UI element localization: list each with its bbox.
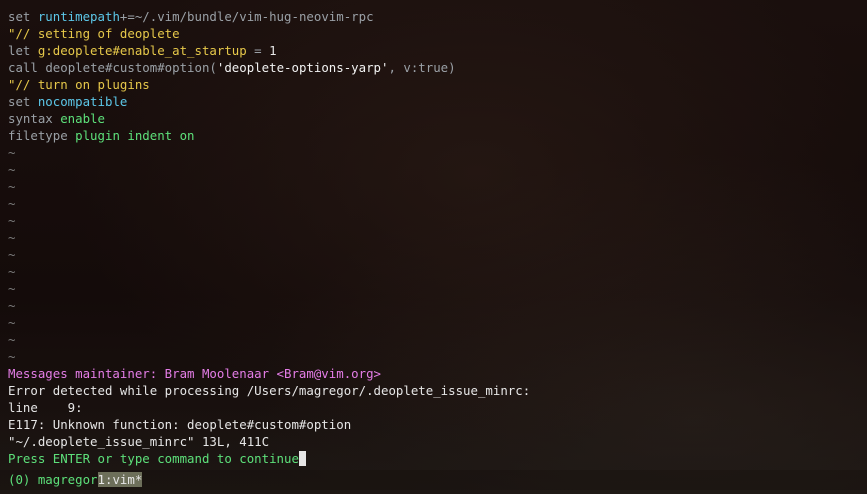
code-token: let (8, 43, 38, 58)
code-line[interactable]: set nocompatible (8, 93, 127, 110)
tilde-marker: ~ (8, 315, 16, 330)
message-line-info: line 9: (8, 400, 83, 415)
code-token: 1 (269, 43, 277, 58)
code-token: syntax (8, 111, 61, 126)
tilde-marker: ~ (8, 332, 16, 347)
tilde-marker: ~ (8, 281, 16, 296)
code-token: "// setting of deoplete (8, 26, 180, 41)
message-file-info: "~/.deoplete_issue_minrc" 13L, 411C (8, 434, 270, 449)
code-token: enable (60, 111, 105, 126)
code-token: 'deoplete-options-yarp' (216, 60, 389, 75)
tilde-marker: ~ (8, 196, 16, 211)
tilde-marker: ~ (8, 145, 16, 160)
tilde-marker: ~ (8, 247, 16, 262)
message-maintainer: Messages maintainer: Bram Moolenaar <Bra… (8, 366, 381, 381)
text-cursor (298, 451, 306, 466)
tilde-marker: ~ (8, 179, 16, 194)
tilde-marker: ~ (8, 264, 16, 279)
code-line[interactable]: syntax enable (8, 110, 105, 127)
tilde-marker: ~ (8, 213, 16, 228)
code-line[interactable]: filetype plugin indent on (8, 127, 195, 144)
tmux-window-tab[interactable]: 1:vim* (97, 472, 143, 487)
tilde-marker: ~ (8, 298, 16, 313)
code-line[interactable]: set runtimepath+=~/.vim/bundle/vim-hug-n… (8, 8, 374, 25)
tilde-marker: ~ (8, 162, 16, 177)
code-line[interactable]: let g:deoplete#enable_at_startup = 1 (8, 42, 277, 59)
tilde-marker: ~ (8, 230, 16, 245)
code-line[interactable]: "// setting of deoplete (8, 25, 180, 42)
code-line[interactable]: "// turn on plugins (8, 76, 150, 93)
code-line[interactable]: call deoplete#custom#option('deoplete-op… (8, 59, 456, 76)
code-token: +=~/.vim/bundle/vim-hug-neovim-rpc (119, 9, 374, 24)
message-error-text: E117: Unknown function: deoplete#custom#… (8, 417, 352, 432)
tmux-session-label: (0) magregor (8, 472, 98, 487)
code-token: , v:true) (388, 60, 456, 75)
code-token: deoplete#custom#option( (45, 60, 217, 75)
code-token: g:deoplete#enable_at_startup (37, 43, 247, 58)
code-token: = (246, 43, 270, 58)
press-enter-prompt[interactable]: Press ENTER or type command to continue (8, 450, 306, 467)
code-token: runtimepath (37, 9, 120, 24)
code-token: nocompatible (37, 94, 128, 109)
message-error-header: Error detected while processing /Users/m… (8, 383, 531, 398)
code-token: set (8, 94, 38, 109)
terminal-window[interactable]: set runtimepath+=~/.vim/bundle/vim-hug-n… (0, 0, 867, 494)
code-token: set (8, 9, 38, 24)
code-token: filetype (8, 128, 76, 143)
prompt-text: Press ENTER or type command to continue (8, 451, 299, 466)
code-token: call (8, 60, 46, 75)
tilde-marker: ~ (8, 349, 16, 364)
code-token: plugin indent on (75, 128, 195, 143)
tmux-status-bar: (0) magregor1:vim* (0, 470, 867, 490)
code-token: "// turn on plugins (8, 77, 150, 92)
